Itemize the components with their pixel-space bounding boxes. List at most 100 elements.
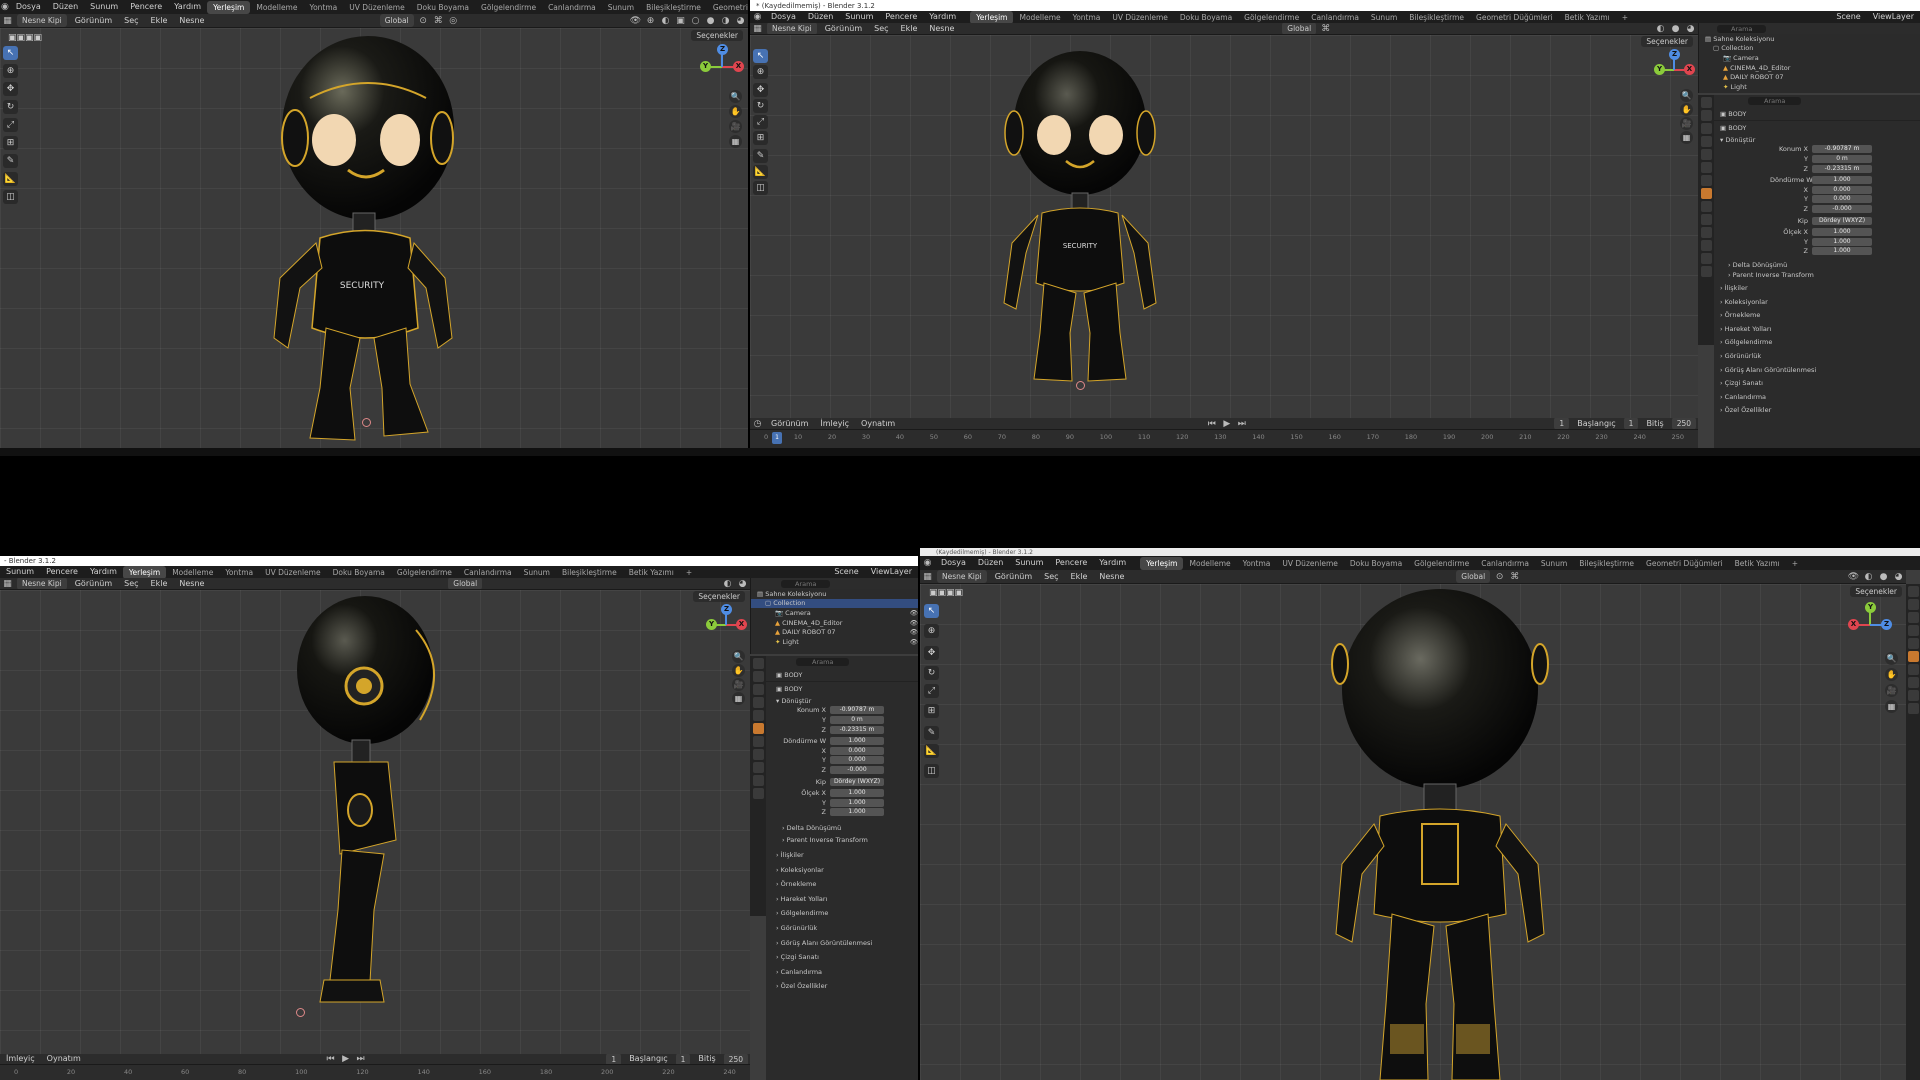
x-axis-icon[interactable]: X: [1684, 64, 1695, 75]
add-workspace-button[interactable]: +: [680, 566, 698, 578]
workspace-tab[interactable]: Geometri Düğümleri: [1470, 11, 1559, 23]
snap-icon[interactable]: ⌘: [1508, 571, 1521, 583]
panel-header[interactable]: › Hareket Yolları: [766, 894, 918, 904]
play-icon[interactable]: ▶: [339, 1054, 352, 1064]
menu-view[interactable]: Görünüm: [69, 15, 118, 27]
transform-panel-header[interactable]: ▾ Dönüştür: [1714, 135, 1920, 145]
overlay-icon[interactable]: ◐: [659, 15, 672, 27]
menu-render[interactable]: Sunum: [839, 11, 879, 23]
workspace-tab[interactable]: UV Düzenleme: [1276, 557, 1343, 570]
outliner-item[interactable]: ▲ CINEMA_4D_Editor: [1699, 63, 1920, 73]
y-axis-icon[interactable]: Y: [706, 619, 717, 630]
material-tab-icon[interactable]: [752, 788, 764, 799]
outliner-item[interactable]: ▲ DAILY ROBOT 07 👁: [751, 627, 918, 637]
panel-header[interactable]: › Gölgelendirme: [1714, 338, 1920, 348]
move-tool-icon[interactable]: ✥: [924, 646, 939, 660]
current-frame-field[interactable]: 1: [1554, 418, 1570, 429]
options-dropdown[interactable]: Seçenekler: [1850, 586, 1902, 597]
workspace-tab[interactable]: Canlandırma: [1305, 11, 1365, 23]
rotation-z-field[interactable]: -0.000: [1812, 204, 1872, 213]
panel-header[interactable]: › Çizgi Sanatı: [766, 952, 918, 962]
view-layer-selector[interactable]: ViewLayer: [1867, 11, 1920, 23]
rotation-mode-dropdown[interactable]: Dördey (WXYZ): [1812, 216, 1872, 225]
world-tab-icon[interactable]: [752, 710, 764, 721]
panel-header[interactable]: › Gölgelendirme: [766, 909, 918, 919]
zoom-icon[interactable]: 🔍: [729, 90, 742, 103]
workspace-tab[interactable]: Gölgelendirme: [1238, 11, 1305, 23]
workspace-tab[interactable]: Geometri Düğümleri: [1640, 557, 1729, 570]
z-axis-icon[interactable]: Z: [717, 44, 728, 55]
panel-header[interactable]: › Örnekleme: [1714, 311, 1920, 321]
navigation-gizmo[interactable]: X Y Z: [700, 44, 744, 88]
menu-add[interactable]: Ekle: [895, 23, 924, 34]
options-dropdown[interactable]: Seçenekler: [693, 591, 745, 602]
panel-header[interactable]: › Çizgi Sanatı: [1714, 378, 1920, 388]
outliner-root[interactable]: ▤ Sahne Koleksiyonu: [751, 589, 918, 599]
workspace-tab[interactable]: Doku Boyama: [1174, 11, 1238, 23]
add-cube-tool-icon[interactable]: ◫: [3, 190, 18, 204]
timeline-keying-menu[interactable]: İmleyiç: [0, 1054, 41, 1064]
panel-header[interactable]: › Koleksiyonlar: [1714, 297, 1920, 307]
3d-viewport[interactable]: Seçenekler X Y Z 🔍 ✋ 🎥 ▦: [0, 590, 750, 1054]
camera-view-icon[interactable]: 🎥: [1680, 117, 1693, 130]
data-tab-icon[interactable]: [1907, 690, 1919, 701]
menu-edit[interactable]: Düzen: [47, 1, 84, 13]
menu-add[interactable]: Ekle: [145, 578, 174, 589]
tool-tab-icon[interactable]: [752, 658, 764, 669]
outliner-item[interactable]: ✦ Light: [1699, 82, 1920, 92]
snap-icon[interactable]: ⌘: [432, 15, 445, 27]
cursor-tool-icon[interactable]: ⊕: [924, 624, 939, 638]
workspace-tab[interactable]: Canlandırma: [542, 1, 602, 14]
y-axis-icon[interactable]: Y: [700, 61, 711, 72]
menu-window[interactable]: Pencere: [879, 11, 923, 23]
workspace-tab[interactable]: UV Düzenleme: [1106, 11, 1173, 23]
timeline-keying-menu[interactable]: İmleyiç: [814, 418, 855, 429]
overlay-icon[interactable]: ◐: [1862, 571, 1875, 583]
properties-search[interactable]: Arama: [1748, 97, 1802, 105]
z-axis-icon[interactable]: Z: [1669, 49, 1680, 60]
rotate-tool-icon[interactable]: ↻: [753, 99, 768, 113]
delta-transform-subpanel[interactable]: › Delta Dönüşümü: [766, 823, 918, 833]
menu-help[interactable]: Yardım: [168, 1, 207, 13]
ortho-toggle-icon[interactable]: ▦: [729, 135, 742, 148]
options-dropdown[interactable]: Seçenekler: [691, 30, 743, 41]
camera-view-icon[interactable]: 🎥: [1885, 684, 1898, 697]
transform-tool-icon[interactable]: ⊞: [3, 136, 18, 150]
mode-dropdown[interactable]: Nesne Kipi: [17, 14, 67, 27]
mode-dropdown[interactable]: Nesne Kipi: [767, 23, 817, 34]
annotate-tool-icon[interactable]: ✎: [924, 726, 939, 740]
y-axis-icon[interactable]: Y: [1654, 64, 1665, 75]
constraints-tab-icon[interactable]: [1700, 240, 1712, 251]
parent-inverse-subpanel[interactable]: › Parent Inverse Transform: [766, 835, 918, 845]
orientation-dropdown[interactable]: Global: [1282, 23, 1317, 34]
editor-type-icon[interactable]: ▦: [921, 571, 934, 583]
shading-rendered-icon[interactable]: ◕: [1892, 571, 1905, 583]
move-tool-icon[interactable]: ✥: [753, 83, 768, 97]
current-frame-field[interactable]: 1: [606, 1054, 622, 1064]
playhead[interactable]: 1: [772, 432, 782, 444]
scale-y-field[interactable]: 1.000: [1812, 237, 1872, 246]
proportional-icon[interactable]: ◎: [447, 15, 460, 27]
outliner-item[interactable]: 📷 Camera 👁: [751, 608, 918, 618]
workspace-tab[interactable]: Gölgelendirme: [1408, 557, 1475, 570]
shading-wire-icon[interactable]: ○: [689, 15, 702, 27]
add-workspace-button[interactable]: +: [1786, 557, 1804, 570]
panel-header[interactable]: › Görünürlük: [1714, 351, 1920, 361]
blender-logo-icon[interactable]: ◉: [751, 11, 764, 23]
scale-x-field[interactable]: 1.000: [830, 789, 884, 798]
workspace-tab[interactable]: Yontma: [219, 566, 259, 578]
select-mode-buttons[interactable]: ▣▣▣▣: [3, 31, 47, 45]
eye-icon[interactable]: 👁: [910, 619, 918, 627]
rotation-w-field[interactable]: 1.000: [1812, 176, 1872, 185]
workspace-tab[interactable]: Bileşikleştirme: [1573, 557, 1640, 570]
ortho-toggle-icon[interactable]: ▦: [1885, 700, 1898, 713]
scale-tool-icon[interactable]: ⤢: [3, 118, 18, 132]
menu-select[interactable]: Seç: [868, 23, 894, 34]
workspace-tab[interactable]: Canlandırma: [458, 566, 518, 578]
robot-model-front-3q[interactable]: SECURITY: [250, 28, 480, 448]
scale-z-field[interactable]: 1.000: [1812, 247, 1872, 256]
panel-header[interactable]: › Koleksiyonlar: [766, 865, 918, 875]
workspace-tab[interactable]: Yerleşim: [1140, 556, 1184, 570]
add-cube-tool-icon[interactable]: ◫: [753, 181, 768, 195]
3d-viewport[interactable]: ▣▣▣▣ ↖ ⊕ ✥ ↻ ⤢ ⊞ ✎ 📐 ◫ Seçenekler X Y Z …: [920, 584, 1906, 1080]
